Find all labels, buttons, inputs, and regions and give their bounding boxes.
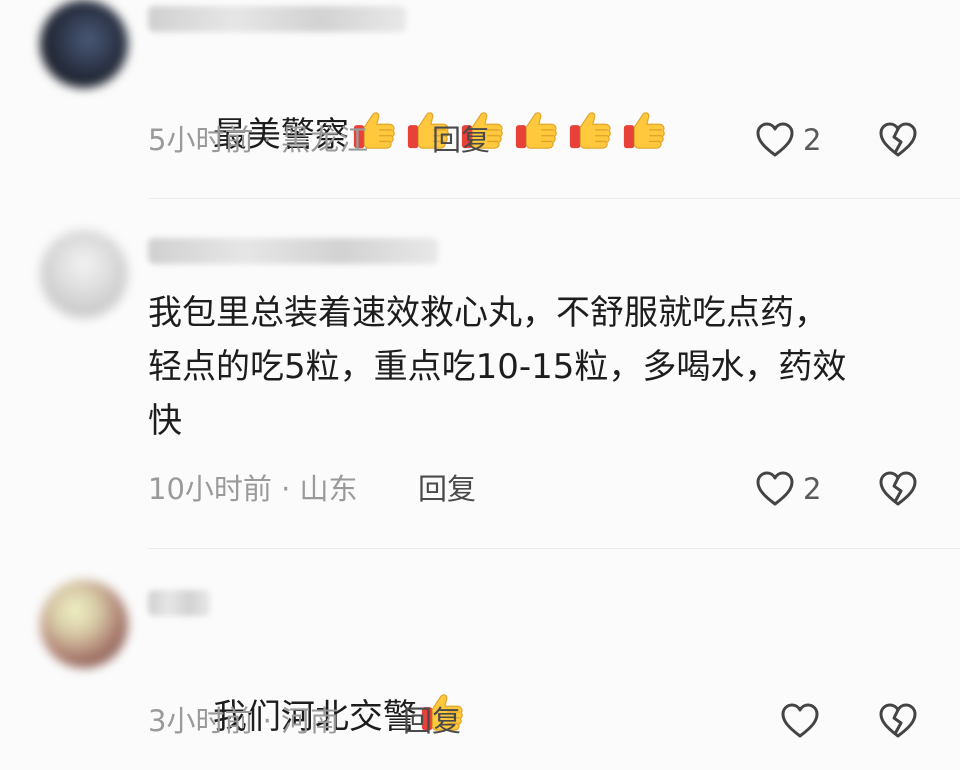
avatar[interactable] [40,230,128,318]
username-blurred[interactable] [148,590,210,616]
divider [148,548,960,549]
username-blurred[interactable] [148,6,406,32]
username-blurred[interactable] [148,238,438,264]
thumbs-up-emoji-group [351,106,675,152]
comment-meta: 3小时前 · 河南 [148,704,340,738]
thumbs-up-emoji [621,106,667,152]
reply-button[interactable]: 回复 [418,469,476,509]
comment-meta: 10小时前 · 山东 [148,472,358,506]
comment-text: 我包里总装着速效救心丸，不舒服就吃点药， 轻点的吃5粒，重点吃10-15粒，多喝… [148,293,847,441]
divider [148,198,960,199]
comment-item: 最美警察 5小时前 · 黑龙江 回复 2 [0,0,960,200]
heart-outline-icon[interactable] [780,702,820,740]
reply-button[interactable]: 回复 [432,120,490,160]
avatar[interactable] [40,580,128,668]
broken-heart-icon[interactable] [878,470,918,508]
thumbs-up-emoji [567,106,613,152]
reply-button[interactable]: 回复 [403,701,461,741]
comment-meta: 5小时前 · 黑龙江 [148,123,369,157]
like-count: 2 [803,123,822,157]
broken-heart-icon[interactable] [878,121,918,159]
like-count: 2 [803,472,822,506]
thumbs-up-emoji [513,106,559,152]
heart-outline-icon[interactable] [755,470,795,508]
heart-outline-icon[interactable] [755,121,795,159]
avatar[interactable] [40,0,128,88]
comment-list: 最美警察 5小时前 · 黑龙江 回复 2 我包里总装着速效救心丸，不舒服就吃点药… [0,0,960,770]
comment-item: 我们河北交警 3小时前 · 河南 回复 [0,580,960,770]
broken-heart-icon[interactable] [878,702,918,740]
comment-item: 我包里总装着速效救心丸，不舒服就吃点药， 轻点的吃5粒，重点吃10-15粒，多喝… [0,230,960,550]
